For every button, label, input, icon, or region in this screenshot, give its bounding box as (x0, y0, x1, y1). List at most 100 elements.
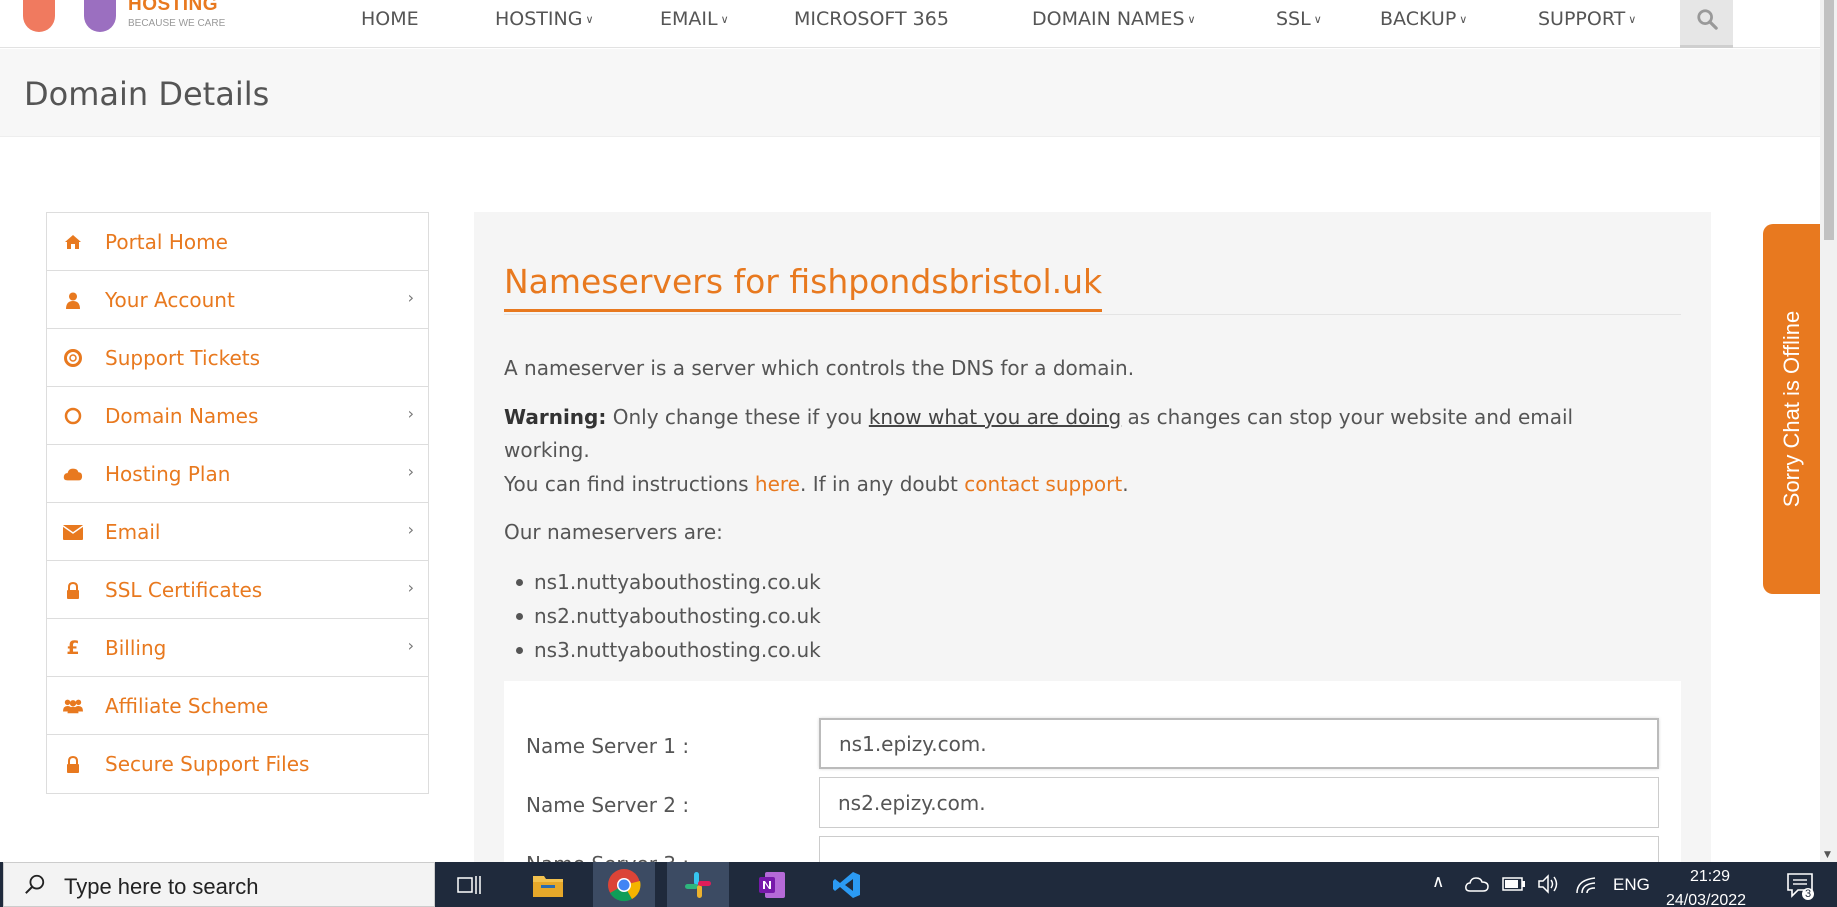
chevron-right-icon: › (407, 520, 414, 539)
chevron-down-icon: ∨ (1628, 13, 1637, 26)
notification-count-badge: 3 (1802, 888, 1815, 900)
volume-icon[interactable] (1537, 874, 1561, 894)
chat-status-label: Sorry Chat is Offline (1778, 310, 1804, 508)
warning-label: Warning: (504, 405, 607, 429)
chevron-right-icon: › (407, 462, 414, 481)
chevron-down-icon: ∨ (585, 13, 594, 26)
nav-microsoft-365[interactable]: MICROSOFT 365 (794, 8, 949, 30)
list-item: ns1.nuttyabouthosting.co.uk (504, 565, 821, 599)
globe-icon (63, 406, 83, 426)
sidebar-item-email[interactable]: Email › (47, 503, 428, 561)
slack-icon (685, 871, 711, 898)
scrollbar-thumb[interactable] (1824, 0, 1834, 240)
nav-backup[interactable]: BACKUP ∨ (1380, 8, 1467, 30)
chrome-icon (608, 868, 641, 901)
nav-ssl[interactable]: SSL ∨ (1276, 8, 1322, 30)
clock-date[interactable]: 24/03/2022 (1666, 892, 1746, 907)
list-item: ns3.nuttyabouthosting.co.uk (504, 633, 821, 667)
page-title: Domain Details (24, 75, 270, 113)
our-nameservers-label: Our nameservers are: (504, 520, 723, 544)
instructions-here-link[interactable]: here (755, 472, 800, 496)
nav-email[interactable]: EMAIL ∨ (660, 8, 729, 30)
lock-icon (63, 580, 83, 600)
battery-icon[interactable] (1502, 877, 1526, 891)
chevron-down-icon: ∨ (1313, 13, 1322, 26)
scroll-down-arrow-icon[interactable]: ▼ (1824, 850, 1831, 860)
sidebar-item-label: SSL Certificates (105, 578, 263, 602)
search-icon (1697, 9, 1718, 30)
sidebar-item-billing[interactable]: £ Billing › (47, 619, 428, 677)
chrome-app[interactable] (593, 862, 655, 907)
know-what-you-are-doing-link[interactable]: know what you are doing (869, 405, 1121, 429)
chevron-right-icon: › (407, 578, 414, 597)
nameserver-2-label: Name Server 2 : (526, 793, 690, 817)
sidebar-item-your-account[interactable]: Your Account › (47, 271, 428, 329)
top-navigation: HOSTING BECAUSE WE CARE HOME HOSTING ∨ EM… (0, 0, 1820, 48)
onenote-icon (759, 871, 785, 898)
sidebar-item-portal-home[interactable]: Portal Home (47, 213, 428, 271)
page-scrollbar[interactable]: ▼ (1820, 0, 1837, 862)
sidebar-item-domain-names[interactable]: Domain Names › (47, 387, 428, 445)
vscode-app[interactable] (816, 862, 878, 907)
nameserver-1-input[interactable] (819, 718, 1659, 769)
chat-offline-tab[interactable]: Sorry Chat is Offline (1763, 224, 1820, 594)
slack-app[interactable] (667, 862, 729, 907)
task-view-icon (457, 875, 481, 894)
logo-mark-left[interactable] (23, 0, 55, 32)
home-icon (63, 232, 83, 252)
logo-text[interactable]: HOSTING (128, 0, 218, 16)
onenote-app[interactable] (741, 862, 803, 907)
nav-search-button[interactable] (1680, 0, 1733, 48)
warning-text-continued: working. (504, 438, 590, 462)
users-icon (63, 696, 83, 716)
taskbar-search-placeholder: Type here to search (64, 874, 259, 899)
user-icon (63, 290, 83, 310)
nameserver-1-label: Name Server 1 : (526, 734, 690, 758)
pound-icon: £ (66, 637, 80, 659)
notification-center-button[interactable]: 3 (1786, 872, 1815, 902)
chevron-down-icon: ∨ (1187, 13, 1196, 26)
sidebar-item-ssl-certificates[interactable]: SSL Certificates › (47, 561, 428, 619)
nav-domain-names[interactable]: DOMAIN NAMES ∨ (1032, 8, 1196, 30)
onedrive-cloud-icon[interactable] (1464, 875, 1490, 893)
nameserver-2-input[interactable] (819, 777, 1659, 828)
nameserver-form: Name Server 1 : Name Server 2 : Name Ser… (504, 681, 1681, 887)
nav-home[interactable]: HOME (361, 8, 419, 30)
sidebar-item-hosting-plan[interactable]: Hosting Plan › (47, 445, 428, 503)
intro-text: A nameserver is a server which controls … (504, 356, 1135, 380)
folder-icon (533, 875, 563, 897)
our-nameservers-list: ns1.nuttyabouthosting.co.uk ns2.nuttyabo… (504, 565, 821, 667)
sidebar: Portal Home Your Account › Support Ticke… (46, 212, 429, 794)
sidebar-item-label: Hosting Plan (105, 462, 231, 486)
sidebar-item-label: Support Tickets (105, 346, 261, 370)
cloud-icon (63, 464, 83, 484)
taskbar-search-box[interactable]: Type here to search (3, 862, 435, 907)
file-explorer-app[interactable] (517, 862, 579, 907)
clock-time[interactable]: 21:29 (1690, 868, 1730, 886)
task-view-button[interactable] (439, 862, 501, 907)
wifi-icon[interactable] (1575, 874, 1597, 894)
warning-text: Warning: Only change these if you know w… (504, 405, 1574, 429)
sidebar-item-label: Secure Support Files (105, 752, 310, 776)
contact-support-link[interactable]: contact support (964, 472, 1122, 496)
logo-mark-right[interactable] (84, 0, 116, 32)
sidebar-item-label: Affiliate Scheme (105, 694, 269, 718)
nav-hosting[interactable]: HOSTING ∨ (495, 8, 594, 30)
nameservers-heading: Nameservers for fishpondsbristol.uk (504, 262, 1103, 312)
vscode-icon (833, 871, 860, 898)
search-icon (25, 874, 45, 894)
sidebar-item-support-tickets[interactable]: Support Tickets (47, 329, 428, 387)
nav-support[interactable]: SUPPORT ∨ (1538, 8, 1636, 30)
list-item: ns2.nuttyabouthosting.co.uk (504, 599, 821, 633)
sidebar-item-label: Domain Names (105, 404, 259, 428)
chevron-down-icon: ∨ (1459, 13, 1468, 26)
windows-taskbar: Type here to search ∧ ENG 21:29 24/03/20… (0, 862, 1837, 907)
sidebar-item-label: Your Account (105, 288, 235, 312)
lock-icon (63, 754, 83, 774)
sidebar-item-secure-support-files[interactable]: Secure Support Files (47, 735, 428, 793)
nameservers-panel: Nameservers for fishpondsbristol.uk A na… (474, 212, 1711, 887)
sidebar-item-label: Billing (105, 636, 167, 660)
tray-overflow-chevron-icon[interactable]: ∧ (1432, 872, 1444, 892)
language-indicator[interactable]: ENG (1613, 875, 1650, 895)
sidebar-item-affiliate-scheme[interactable]: Affiliate Scheme (47, 677, 428, 735)
